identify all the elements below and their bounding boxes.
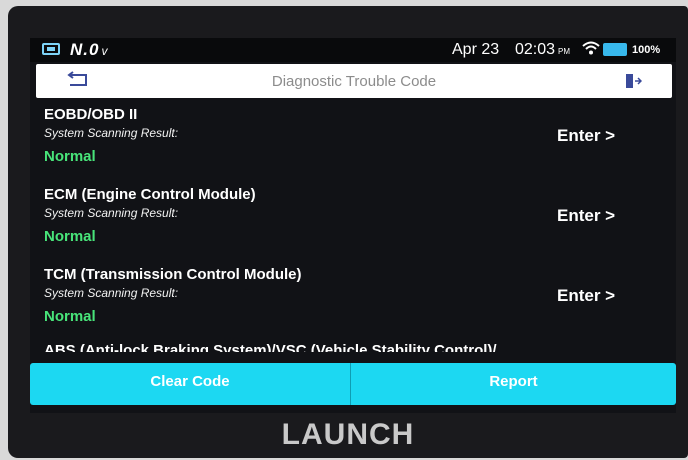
enter-button[interactable]: Enter > xyxy=(557,206,615,226)
vehicle-battery-icon xyxy=(42,43,60,55)
list-item: ECM (Engine Control Module) System Scann… xyxy=(30,178,676,258)
module-subtitle: System Scanning Result: xyxy=(44,206,179,220)
enter-button[interactable]: Enter > xyxy=(557,286,615,306)
title-bar: Diagnostic Trouble Code xyxy=(36,64,672,98)
clear-code-button[interactable]: Clear Code xyxy=(30,363,350,405)
module-list: EOBD/OBD II System Scanning Result: Norm… xyxy=(30,98,676,352)
brand-logo: LAUNCH xyxy=(281,418,415,451)
module-status: Normal xyxy=(44,148,96,165)
voltage-value: N.0 xyxy=(70,40,100,59)
status-date: Apr 23 xyxy=(452,41,500,58)
bottom-action-bar: Clear Code Report xyxy=(30,363,676,405)
module-title: ABS (Anti-lock Braking System)/VSC (Vehi… xyxy=(44,342,497,352)
wifi-icon xyxy=(582,40,600,60)
report-button[interactable]: Report xyxy=(351,363,676,405)
module-title: TCM (Transmission Control Module) xyxy=(44,266,302,283)
module-title: EOBD/OBD II xyxy=(44,106,138,123)
time-ampm: PM xyxy=(558,47,571,56)
page-title: Diagnostic Trouble Code xyxy=(271,73,437,90)
screen: N.0 v Apr 23 02:03 PM 100% Diagnostic Trou… xyxy=(30,38,676,413)
voltage-readout: N.0 v xyxy=(70,40,108,60)
battery-icon xyxy=(603,43,627,56)
module-status: Normal xyxy=(44,308,96,325)
list-item: ABS (Anti-lock Braking System)/VSC (Vehi… xyxy=(30,338,676,352)
status-time: 02:03 PM xyxy=(515,41,570,59)
exit-icon[interactable] xyxy=(624,72,643,90)
battery-percent: 100% xyxy=(632,44,661,56)
enter-button[interactable]: Enter > xyxy=(557,126,615,146)
status-bar: N.0 v Apr 23 02:03 PM 100% xyxy=(30,38,676,62)
list-item: TCM (Transmission Control Module) System… xyxy=(30,258,676,338)
list-item: EOBD/OBD II System Scanning Result: Norm… xyxy=(30,98,676,178)
module-subtitle: System Scanning Result: xyxy=(44,286,179,300)
voltage-unit: v xyxy=(101,44,109,58)
device-frame: N.0 v Apr 23 02:03 PM 100% Diagnostic Trou… xyxy=(8,6,688,458)
module-title: ECM (Engine Control Module) xyxy=(44,186,256,203)
module-subtitle: System Scanning Result: xyxy=(44,126,179,140)
module-status: Normal xyxy=(44,228,96,245)
time-value: 02:03 xyxy=(515,41,556,58)
